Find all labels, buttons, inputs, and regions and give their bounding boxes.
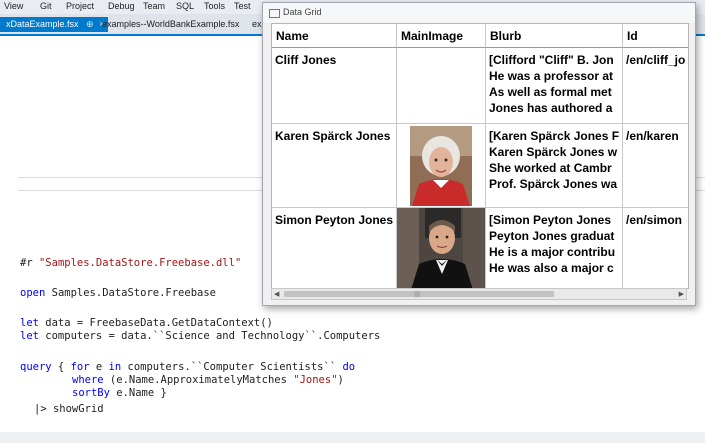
tab-label: ex <box>252 19 262 29</box>
blurb-line: [Karen Spärck Jones F <box>489 129 620 143</box>
code-text: { <box>51 361 71 373</box>
table-row-name-cell[interactable]: Simon Peyton Jones <box>272 208 397 288</box>
code-text: |> showGrid <box>34 403 104 415</box>
blurb-line: Jones has authored a <box>489 101 613 115</box>
table-row-blurb-cell[interactable]: [Karen Spärck Jones F Karen Spärck Jones… <box>486 124 623 208</box>
code-line-sortby[interactable]: sortBy e.Name } <box>72 387 167 400</box>
scroll-right-arrow-icon[interactable]: ▶ <box>679 290 684 298</box>
tab-worldbank-example[interactable]: examples--WorldBankExample.fsx <box>96 17 245 32</box>
column-header-id[interactable]: Id <box>623 24 688 48</box>
code-keyword: #r <box>20 257 33 269</box>
blurb-line: Peyton Jones graduat <box>489 229 615 243</box>
blurb-line: [Clifford "Cliff" B. Jon <box>489 53 614 67</box>
code-string: "Samples.DataStore.Freebase.dll" <box>38 257 242 269</box>
blurb-line: She worked at Cambr <box>489 161 612 175</box>
code-text: Samples.DataStore.Freebase <box>45 287 216 299</box>
scroll-left-arrow-icon[interactable]: ◀ <box>274 290 279 298</box>
table-row-name-cell[interactable]: Karen Spärck Jones <box>272 124 397 208</box>
column-header-blurb[interactable]: Blurb <box>486 24 623 48</box>
blurb-line: Prof. Spärck Jones wa <box>489 177 618 191</box>
data-grid-table[interactable]: Name MainImage Blurb Id Cliff Jones [Cli… <box>271 23 689 289</box>
code-text: data = FreebaseData.GetDataContext() <box>38 317 273 329</box>
code-line-pipe[interactable]: |> showGrid <box>34 403 104 416</box>
portrait-woman-image <box>410 126 472 206</box>
code-text: (e.Name.ApproximatelyMatches <box>103 374 294 386</box>
code-keyword: let <box>20 330 39 342</box>
tab-label: examples--WorldBankExample.fsx <box>102 19 240 29</box>
blurb-line: Karen Spärck Jones w <box>489 145 618 159</box>
code-keyword: for <box>70 361 90 373</box>
menu-test[interactable]: Test <box>234 1 251 11</box>
table-row-name-cell[interactable]: Cliff Jones <box>272 48 397 124</box>
column-header-name[interactable]: Name <box>272 24 397 48</box>
code-text: computers = data.``Science and Technolog… <box>38 330 381 342</box>
code-keyword: query <box>20 361 52 373</box>
code-string: "Jones" <box>293 374 338 386</box>
grid-horizontal-scrollbar[interactable]: ◀ ||| ▶ <box>271 288 687 300</box>
tab-data-example[interactable]: xDataExample.fsx ⊕ × <box>0 17 109 32</box>
menu-team[interactable]: Team <box>143 1 165 11</box>
code-text: ) <box>337 374 344 386</box>
code-line-let-data[interactable]: let data = FreebaseData.GetDataContext() <box>20 317 273 330</box>
code-text: computers.``Computer Scientists`` <box>121 361 343 373</box>
menu-project[interactable]: Project <box>66 1 94 11</box>
table-row-id-cell[interactable]: /en/cliff_jo <box>623 48 688 124</box>
menu-tools[interactable]: Tools <box>204 1 225 11</box>
table-row-id-cell[interactable]: /en/karen <box>623 124 688 208</box>
blurb-line: [Simon Peyton Jones <box>489 213 612 227</box>
blurb-line: As well as formal met <box>489 85 612 99</box>
code-line-reference[interactable]: #r "Samples.DataStore.Freebase.dll" <box>20 257 241 270</box>
column-header-mainimage[interactable]: MainImage <box>397 24 486 48</box>
code-line-where[interactable]: where (e.Name.ApproximatelyMatches "Jone… <box>72 374 344 387</box>
menu-git[interactable]: Git <box>40 1 52 11</box>
menu-sql[interactable]: SQL <box>176 1 194 11</box>
blurb-line: He is a major contribu <box>489 245 616 259</box>
code-line-open[interactable]: open Samples.DataStore.Freebase <box>20 287 216 300</box>
code-keyword: open <box>20 287 46 299</box>
table-row-image-cell[interactable] <box>397 208 486 288</box>
code-text: e <box>89 361 109 373</box>
window-title-bar[interactable]: Data Grid <box>263 3 695 23</box>
code-keyword: sortBy <box>72 387 110 399</box>
table-row-image-cell[interactable] <box>397 124 486 208</box>
table-row-image-cell[interactable] <box>397 48 486 124</box>
grip-icon: ||| <box>414 291 421 298</box>
pin-icon[interactable]: ⊕ <box>86 19 94 29</box>
code-keyword: where <box>72 374 104 386</box>
menu-view[interactable]: View <box>4 1 23 11</box>
table-row-blurb-cell[interactable]: [Simon Peyton Jones Peyton Jones graduat… <box>486 208 623 288</box>
code-text: e.Name } <box>109 387 167 399</box>
scrollbar-thumb[interactable]: ||| <box>284 291 554 298</box>
code-keyword: do <box>342 361 356 373</box>
code-line-query[interactable]: query { for e in computers.``Computer Sc… <box>20 361 355 374</box>
window-icon <box>269 9 280 18</box>
portrait-man-image <box>397 208 485 288</box>
blurb-line: He was a professor at <box>489 69 614 83</box>
code-line-let-computers[interactable]: let computers = data.``Science and Techn… <box>20 330 380 343</box>
code-keyword: let <box>20 317 39 329</box>
window-title: Data Grid <box>283 7 322 17</box>
tab-label: xDataExample.fsx <box>6 19 79 29</box>
blurb-line: He was also a major c <box>489 261 614 275</box>
table-row-blurb-cell[interactable]: [Clifford "Cliff" B. Jon He was a profes… <box>486 48 623 124</box>
menu-debug[interactable]: Debug <box>108 1 135 11</box>
editor-bottom-strip <box>0 432 705 443</box>
code-keyword: in <box>108 361 122 373</box>
table-row-id-cell[interactable]: /en/simon <box>623 208 688 288</box>
data-grid-window[interactable]: Data Grid Name MainImage Blurb Id Cliff … <box>262 2 696 306</box>
